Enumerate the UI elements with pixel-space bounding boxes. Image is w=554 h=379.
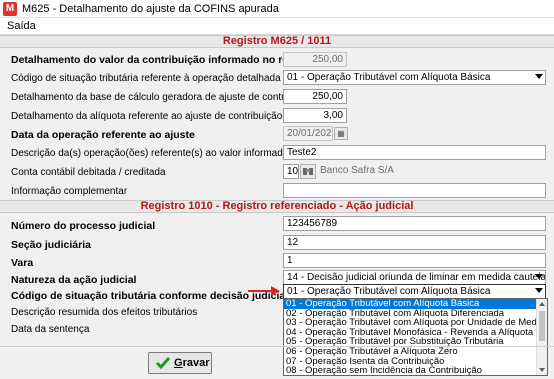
calendar-icon[interactable]: ▦	[334, 127, 348, 140]
conta-contabil-name: Banco Safra S/A	[320, 165, 394, 176]
conta-contabil-code-field[interactable]: 100	[283, 164, 299, 179]
cst-select-value: 01 - Operação Tributável com Alíquota Bá…	[287, 72, 491, 83]
section-header-m625: Registro M625 / 1011	[0, 35, 554, 48]
dropdown-option[interactable]: 03 - Operação Tributável com Alíquota po…	[284, 318, 536, 328]
natureza-acao-select-value: 14 - Decisão judicial oriunda de liminar…	[287, 272, 546, 283]
scroll-down-icon[interactable]	[539, 368, 545, 372]
label-aliquota: Detalhamento da alíquota referente ao aj…	[11, 111, 283, 122]
save-button-label: Gravar	[174, 357, 209, 369]
checkmark-icon	[155, 357, 171, 370]
save-button[interactable]: Gravar	[148, 352, 212, 374]
dropdown-option[interactable]: 04 - Operação Tributável Monofásica - Re…	[284, 328, 536, 338]
label-base-calculo: Detalhamento da base de cálculo geradora…	[11, 92, 317, 103]
chevron-down-icon	[535, 74, 543, 79]
title-bar: M M625 - Detalhamento do ajuste da COFIN…	[0, 0, 554, 18]
label-conta-contabil: Conta contábil debitada / creditada	[11, 167, 166, 178]
aliquota-field[interactable]: 3,00	[283, 108, 347, 123]
dropdown-option[interactable]: 07 - Operação Isenta da Contribuição	[284, 357, 536, 367]
natureza-acao-select[interactable]: 14 - Decisão judicial oriunda de liminar…	[283, 270, 546, 285]
menu-item-saida[interactable]: Saída	[7, 20, 36, 32]
info-complementar-field[interactable]	[283, 183, 546, 198]
dropdown-scrollbar[interactable]	[536, 299, 547, 375]
numero-processo-field[interactable]: 123456789	[283, 216, 546, 231]
label-descricao-efeitos: Descrição resumida dos efeitos tributári…	[11, 307, 198, 318]
label-numero-processo: Número do processo judicial	[11, 220, 156, 232]
cst-decisao-select[interactable]: 01 - Operação Tributável com Alíquota Bá…	[283, 284, 546, 299]
menu-bar: Saída	[0, 18, 554, 35]
dropdown-option[interactable]: 02 - Operação Tributável com Alíquota Di…	[284, 309, 536, 319]
cst-decisao-select-value: 01 - Operação Tributável com Alíquota Bá…	[287, 286, 491, 297]
cst-decisao-dropdown-list[interactable]: 01 - Operação Tributável com Alíquota Bá…	[283, 298, 548, 376]
label-data-operacao: Data da operação referente ao ajuste	[11, 129, 195, 141]
data-operacao-field: 20/01/2020	[283, 126, 333, 141]
save-button-mnemonic: G	[174, 357, 183, 369]
label-vara: Vara	[11, 257, 34, 269]
scroll-up-icon[interactable]	[539, 302, 545, 306]
bottom-divider	[0, 346, 554, 347]
app-icon: M	[3, 2, 17, 16]
chevron-down-icon	[535, 274, 543, 279]
chevron-down-icon	[535, 288, 543, 293]
save-button-text: ravar	[182, 357, 210, 369]
binoculars-icon[interactable]	[300, 164, 316, 179]
secao-judiciaria-field[interactable]: 12	[283, 235, 546, 250]
valor-contribuicao-field: 250,00	[283, 52, 347, 67]
label-cst: Código de situação tributária referente …	[11, 73, 281, 84]
window-title: M625 - Detalhamento do ajuste da COFINS …	[22, 3, 279, 15]
base-calculo-field[interactable]: 250,00	[283, 89, 347, 104]
dropdown-option[interactable]: 08 - Operação sem Incidência da Contribu…	[284, 366, 536, 375]
dropdown-option[interactable]: 01 - Operação Tributável com Alíquota Bá…	[284, 299, 536, 309]
descricao-operacao-field[interactable]: Teste2	[283, 145, 546, 160]
binoculars-icon-graphic	[303, 168, 313, 175]
scroll-thumb[interactable]	[539, 311, 545, 341]
vara-field[interactable]: 1	[283, 253, 546, 268]
cst-select[interactable]: 01 - Operação Tributável com Alíquota Bá…	[283, 70, 546, 85]
label-data-sentenca: Data da sentença	[11, 324, 90, 335]
label-natureza-acao: Natureza da ação judicial	[11, 274, 137, 286]
dropdown-option[interactable]: 06 - Operação Tributável a Alíquota Zero	[284, 347, 536, 357]
label-secao-judiciaria: Seção judiciária	[11, 239, 91, 251]
red-arrow-icon	[248, 286, 280, 296]
label-info-complementar: Informação complementar	[11, 186, 128, 197]
section-header-1010: Registro 1010 - Registro referenciado - …	[0, 200, 554, 213]
